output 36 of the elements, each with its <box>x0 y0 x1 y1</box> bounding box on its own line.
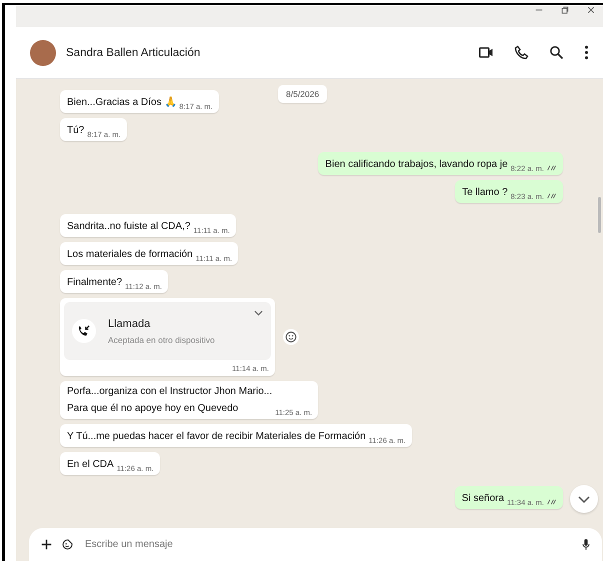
message-input[interactable]: Escribe un mensaje <box>83 538 572 551</box>
message-text: Bien...Gracias a Díos 🙏 <box>67 96 176 110</box>
message-text: Los materiales de formación <box>67 248 193 262</box>
message-text: Si señora <box>462 492 504 506</box>
video-camera-icon[interactable] <box>479 45 494 60</box>
incoming-call-icon <box>72 319 96 343</box>
sticker-icon[interactable] <box>62 539 73 550</box>
date-chip: 8/5/2026 <box>278 85 328 103</box>
close-icon[interactable] <box>587 6 595 14</box>
message-text: Te llamo ? <box>462 186 508 200</box>
phone-icon[interactable] <box>514 45 529 60</box>
message-text: En el CDA <box>67 458 114 472</box>
scrollbar-thumb[interactable] <box>598 197 601 233</box>
avatar[interactable] <box>30 40 56 66</box>
message-text: Tú? <box>67 124 84 138</box>
call-title: Llamada <box>108 318 152 330</box>
double-check-icon <box>547 193 557 199</box>
message-text: Bien calificando trabajos, lavando ropa je <box>325 158 508 172</box>
search-icon[interactable] <box>549 45 564 60</box>
message-text: Porfa...organiza con el Instructor Jhon Mario... <box>67 385 272 399</box>
call-status: Aceptada en otro dispositivo <box>108 334 215 344</box>
double-check-icon <box>547 499 557 505</box>
plus-icon[interactable] <box>41 539 52 550</box>
message-text: Sandrita..no fuiste al CDA,? <box>67 220 190 234</box>
message-text: Para que él no apoye hoy en Quevedo <box>67 402 240 416</box>
menu-icon[interactable] <box>584 45 589 60</box>
microphone-icon[interactable] <box>582 538 590 551</box>
double-check-icon <box>547 165 557 171</box>
chevron-down-icon[interactable] <box>254 310 263 316</box>
scroll-down-button[interactable] <box>569 484 599 514</box>
emoji-reaction-icon[interactable] <box>283 329 299 345</box>
message-text: Y Tú...me puedas hacer el favor de recibir Materiales de Formación <box>67 430 366 444</box>
message-composer[interactable]: Escribe un mensaje <box>29 528 602 561</box>
contact-name[interactable]: Sandra Ballen Articulación <box>66 46 200 58</box>
message-text: Finalmente? <box>67 276 122 290</box>
restore-icon[interactable] <box>561 6 569 14</box>
